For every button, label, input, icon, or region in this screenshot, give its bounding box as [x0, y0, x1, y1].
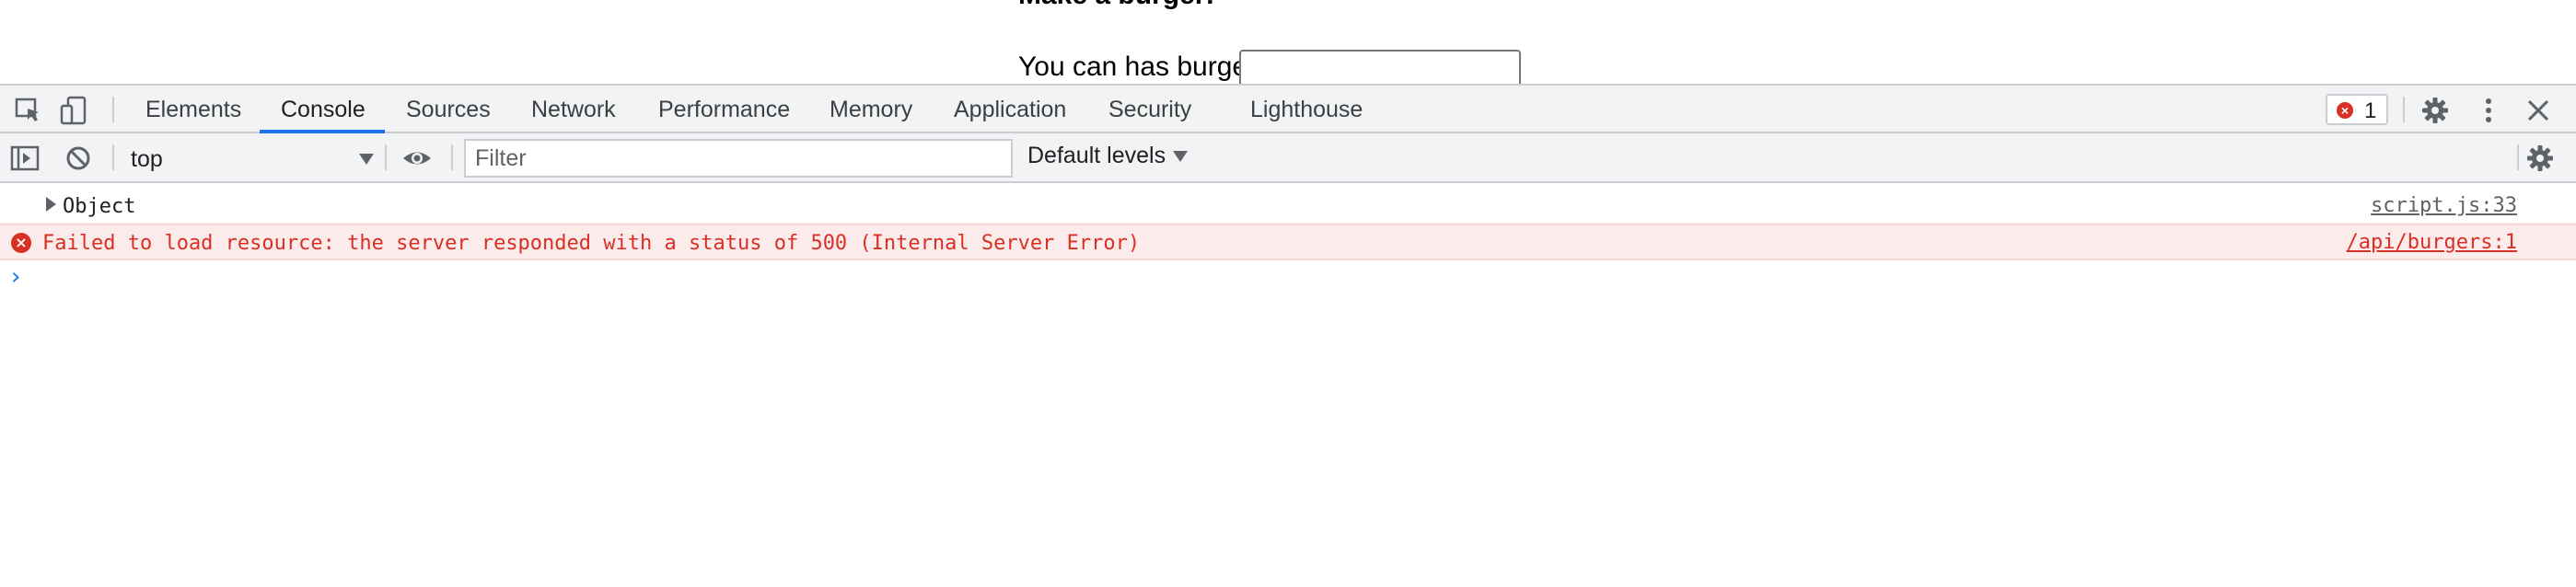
console-message-error: × Failed to load resource: the server re… [0, 224, 2576, 260]
tab-memory[interactable]: Memory [830, 97, 912, 123]
error-message: Failed to load resource: the server resp… [42, 232, 1141, 255]
web-page: Make a burger! You can has burger: [0, 0, 2576, 84]
console-toolbar: top Default levels [0, 133, 2576, 183]
tab-sources[interactable]: Sources [406, 97, 491, 123]
error-icon: × [11, 233, 31, 253]
log-levels-label: Default levels [1027, 143, 1166, 168]
context-selector[interactable]: top [129, 141, 377, 176]
close-icon[interactable] [2523, 95, 2554, 126]
log-levels-dropdown[interactable]: Default levels [1027, 143, 1189, 169]
toolbar-divider [451, 144, 453, 170]
toolbar-divider [2517, 144, 2519, 170]
filter-input[interactable] [464, 139, 1013, 178]
devtools-panel: Elements Console Sources Network Perform… [0, 84, 2576, 587]
device-toggle-icon[interactable] [59, 95, 90, 126]
burger-input[interactable] [1239, 50, 1521, 84]
expand-triangle-icon[interactable] [46, 197, 56, 212]
tab-application[interactable]: Application [954, 97, 1066, 123]
clear-console-icon[interactable] [63, 143, 94, 174]
tab-console[interactable]: Console [281, 97, 366, 123]
chevron-down-icon [359, 154, 374, 165]
error-icon: × [2337, 102, 2353, 119]
toolbar-divider [112, 144, 114, 170]
object-preview[interactable]: Object [63, 195, 135, 218]
tab-security[interactable]: Security [1108, 97, 1191, 123]
burger-label: You can has burger: [1018, 52, 1265, 82]
console-message-log: Object script.js:33 [0, 187, 2576, 224]
error-count-badge[interactable]: × 1 [2326, 94, 2388, 125]
gear-icon[interactable] [2419, 95, 2451, 126]
toolbar-divider [2403, 97, 2405, 122]
kebab-menu-icon[interactable] [2473, 95, 2504, 126]
source-link[interactable]: script.js:33 [2371, 194, 2517, 217]
source-link[interactable]: /api/burgers:1 [2347, 231, 2517, 254]
console-settings-gear-icon[interactable] [2524, 143, 2556, 174]
tab-performance[interactable]: Performance [658, 97, 790, 123]
page-heading: Make a burger! [1018, 0, 1214, 11]
eye-icon[interactable] [401, 143, 433, 174]
devtools-tabbar: Elements Console Sources Network Perform… [0, 84, 2576, 133]
tab-network[interactable]: Network [531, 97, 616, 123]
console-prompt[interactable]: › [0, 260, 2576, 297]
toolbar-divider [385, 144, 387, 170]
tab-lighthouse[interactable]: Lighthouse [1250, 97, 1363, 123]
context-value: top [131, 146, 163, 172]
toolbar-divider [112, 97, 114, 122]
chevron-down-icon [1173, 151, 1189, 163]
sidebar-toggle-icon[interactable] [9, 143, 41, 174]
prompt-chevron-icon: › [11, 263, 21, 291]
inspect-element-icon[interactable] [13, 95, 44, 126]
tab-elements[interactable]: Elements [145, 97, 241, 123]
error-count: 1 [2364, 98, 2377, 123]
